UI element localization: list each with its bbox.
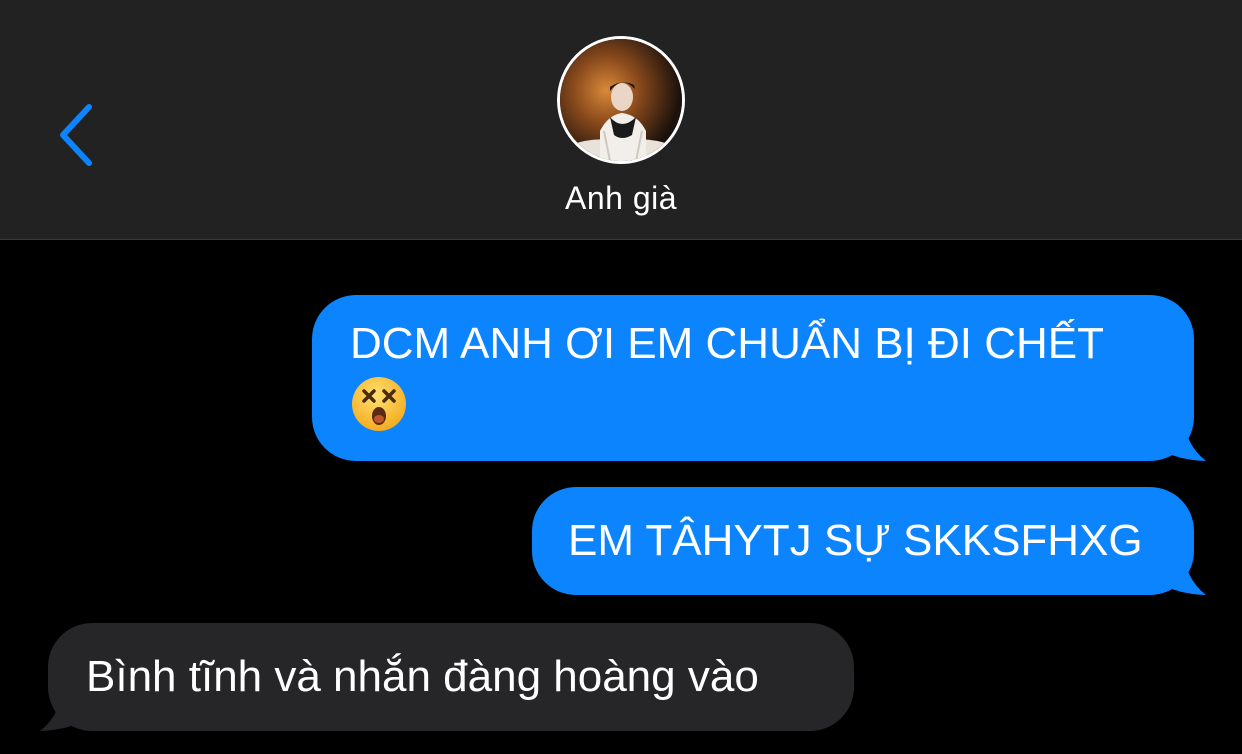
message-bubble-sent[interactable]: DCM ANH ƠI EM CHUẨN BỊ ĐI CHẾT bbox=[312, 295, 1194, 461]
avatar-photo bbox=[560, 39, 682, 161]
message-text: EM TÂHYTJ SỰ SKKSFHXG bbox=[568, 516, 1143, 565]
contact-name[interactable]: Anh già bbox=[0, 180, 1242, 217]
contact-avatar[interactable] bbox=[557, 36, 685, 164]
chevron-left-icon bbox=[60, 104, 92, 166]
message-text: Bình tĩnh và nhắn đàng hoàng vào bbox=[86, 652, 759, 701]
back-button[interactable] bbox=[40, 95, 110, 175]
message-text: DCM ANH ƠI EM CHUẨN BỊ ĐI CHẾT bbox=[350, 319, 1104, 368]
messages-screen: Anh già DCM ANH ƠI EM CHUẨN BỊ ĐI CHẾT E… bbox=[0, 0, 1242, 754]
message-bubble-sent[interactable]: EM TÂHYTJ SỰ SKKSFHXG bbox=[532, 487, 1194, 595]
conversation-header: Anh già bbox=[0, 0, 1242, 240]
message-bubble-received[interactable]: Bình tĩnh và nhắn đàng hoàng vào bbox=[48, 623, 854, 731]
dizzy-face-emoji bbox=[352, 377, 406, 431]
